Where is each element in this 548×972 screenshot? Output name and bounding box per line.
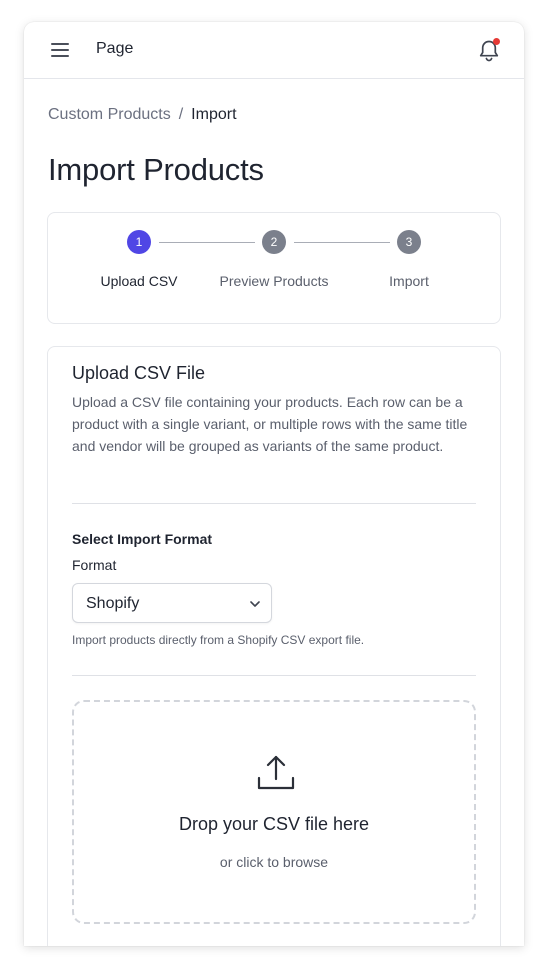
step-connector	[159, 242, 255, 243]
dropzone-subtitle[interactable]: or click to browse	[74, 854, 474, 870]
step-1-label: Upload CSV	[100, 273, 178, 289]
notification-dot	[493, 38, 500, 45]
divider	[72, 675, 476, 676]
step-3-circle[interactable]: 3	[397, 230, 421, 254]
page-title: Import Products	[48, 152, 264, 187]
step-3-label: Import	[389, 273, 429, 289]
step-1-circle[interactable]: 1	[127, 230, 151, 254]
format-section-label: Select Import Format	[72, 531, 213, 547]
breadcrumb-current: Import	[191, 106, 237, 123]
page-label: Page	[96, 40, 134, 57]
upload-icon	[257, 755, 295, 790]
step-connector	[294, 242, 390, 243]
format-select[interactable]: Shopify	[72, 583, 272, 623]
breadcrumb-parent-link[interactable]: Custom Products	[48, 106, 171, 124]
dropzone-title: Drop your CSV file here	[178, 814, 370, 834]
format-help-text: Import products directly from a Shopify …	[72, 633, 365, 647]
card-title: Upload CSV File	[72, 363, 206, 383]
breadcrumb: Custom Products / Import	[48, 106, 237, 124]
format-select-value: Shopify	[86, 595, 140, 612]
bell-icon[interactable]	[477, 38, 501, 64]
divider	[72, 503, 476, 504]
app-window: Page Custom Products / Import Import Pro…	[24, 22, 524, 946]
upload-csv-card: Upload CSV File Upload a CSV file contai…	[47, 346, 501, 946]
top-bar: Page	[24, 22, 524, 79]
breadcrumb-separator: /	[178, 106, 184, 123]
csv-dropzone[interactable]: Drop your CSV file here or click to brow…	[72, 700, 476, 924]
hamburger-menu-icon[interactable]	[51, 42, 71, 58]
step-2-circle[interactable]: 2	[262, 230, 286, 254]
card-description: Upload a CSV file containing your produc…	[72, 394, 468, 454]
format-field-label: Format	[72, 557, 117, 573]
stepper-card: 1 2 3 Upload CSV Preview Products Import	[47, 212, 501, 324]
step-2-label: Preview Products	[219, 273, 329, 289]
chevron-down-icon	[250, 601, 260, 607]
